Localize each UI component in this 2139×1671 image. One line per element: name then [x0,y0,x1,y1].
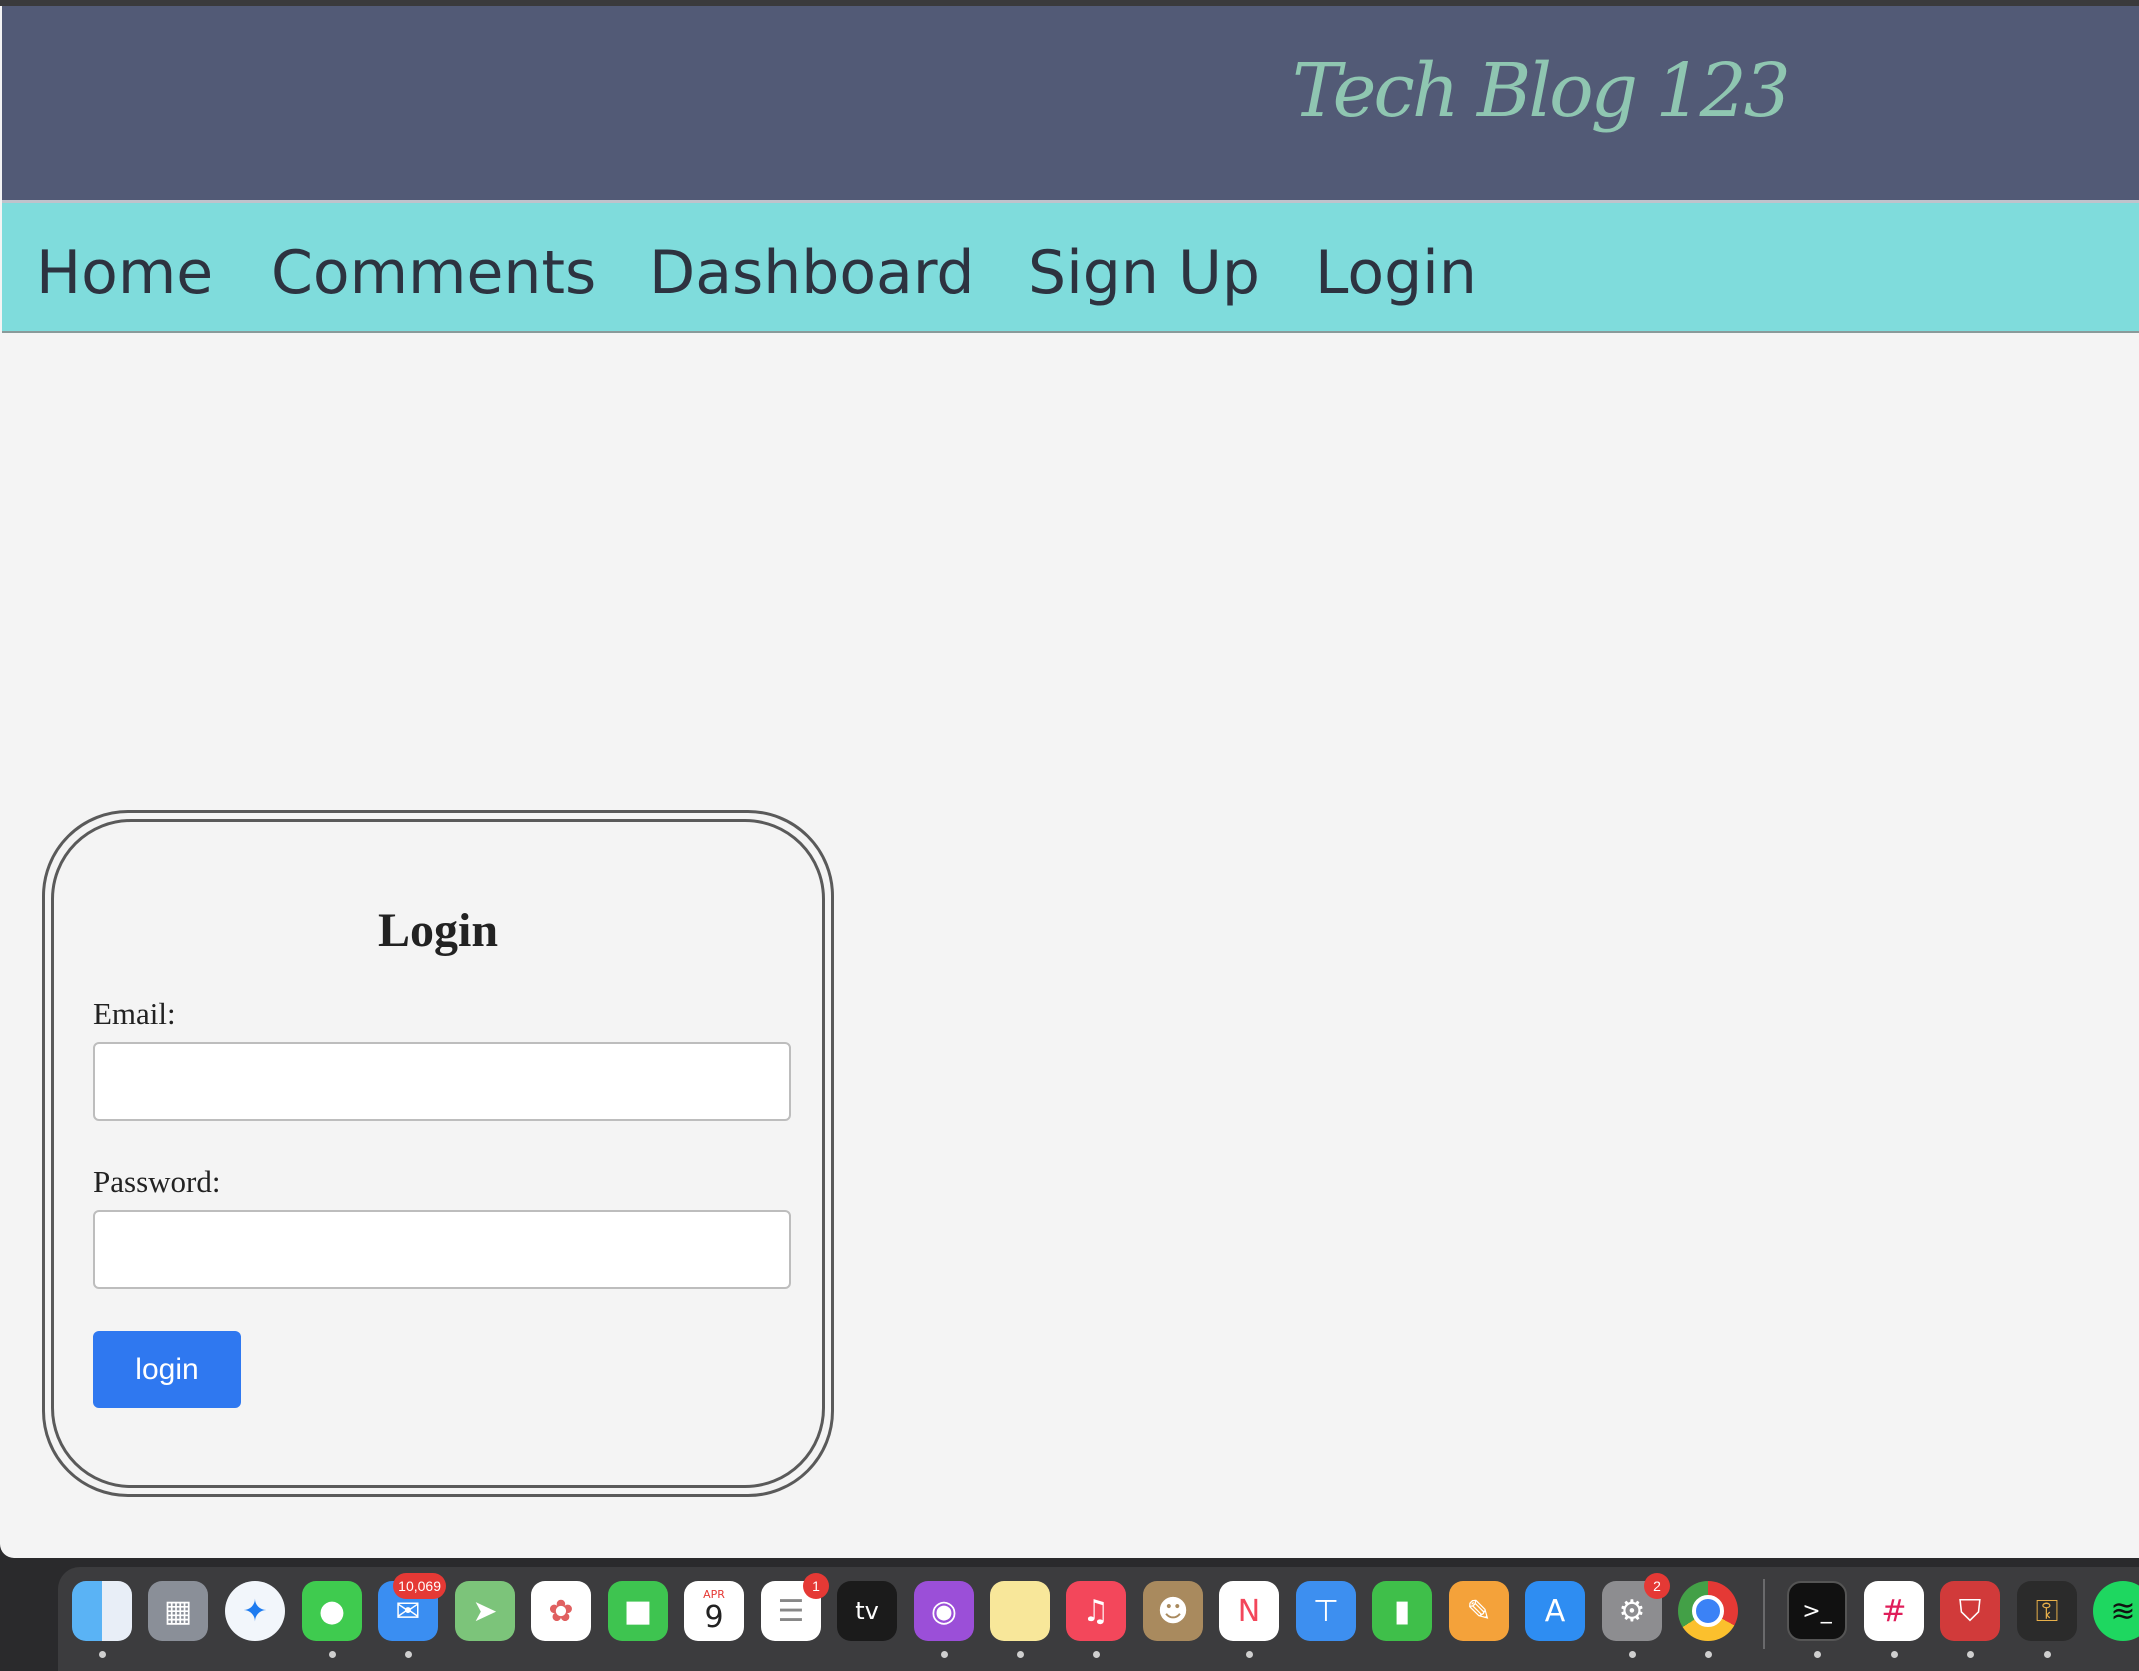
nav-comments[interactable]: Comments [271,238,596,308]
finder-icon[interactable] [72,1581,132,1641]
vpn-running-dot [1967,1651,1974,1658]
system-settings-badge: 2 [1644,1573,1670,1599]
system-settings-icon[interactable]: ⚙ 2 [1602,1573,1670,1641]
vpn-shield-icon[interactable]: ⛉ [1940,1581,2000,1641]
launchpad-icon[interactable]: ▦ [148,1581,208,1641]
login-card: Login Email: Password: login [42,810,834,1497]
messages-running-dot [329,1651,336,1658]
system-settings-running-dot [1629,1651,1636,1658]
terminal-icon[interactable]: >_ [1787,1581,1847,1641]
mail-badge: 10,069 [393,1573,446,1599]
music-icon[interactable]: ♫ [1066,1581,1126,1641]
mail-icon[interactable]: ✉ 10,069 [378,1573,446,1641]
news-icon[interactable]: N [1219,1581,1279,1641]
email-input[interactable] [93,1042,791,1121]
mail-running-dot [405,1651,412,1658]
photos-icon[interactable]: ✿ [531,1581,591,1641]
keychain-running-dot [2044,1651,2051,1658]
macos-dock: ▦ ✦ ● ✉ 10,069 ➤ ✿ ■ APR 9 ☰ 1 tv ◉ ♫ ☻ … [58,1567,2139,1671]
slack-running-dot [1891,1651,1898,1658]
podcasts-running-dot [941,1651,948,1658]
email-label: Email: [93,996,176,1031]
chrome-center [1692,1595,1724,1627]
dock-separator [1763,1579,1765,1649]
site-brand[interactable]: Tech Blog 123 [1292,48,1791,134]
reminders-icon[interactable]: ☰ 1 [761,1573,829,1641]
contacts-icon[interactable]: ☻ [1143,1581,1203,1641]
notes-icon[interactable] [990,1581,1050,1641]
spotify-icon[interactable]: ≋ [2093,1581,2139,1641]
keychain-icon[interactable]: ⚿ [2017,1581,2077,1641]
app-store-icon[interactable]: A [1525,1581,1585,1641]
nav-dashboard[interactable]: Dashboard [649,238,975,308]
chrome-icon[interactable] [1678,1581,1738,1641]
nav-sign-up[interactable]: Sign Up [1028,238,1260,308]
pages-icon[interactable]: ✎ [1449,1581,1509,1641]
calendar-icon[interactable]: APR 9 [684,1581,744,1641]
facetime-icon[interactable]: ■ [608,1581,668,1641]
nav-login[interactable]: Login [1315,238,1477,308]
password-label: Password: [93,1164,221,1199]
site-header: Tech Blog 123 [2,6,2139,203]
news-running-dot [1246,1651,1253,1658]
maps-icon[interactable]: ➤ [455,1581,515,1641]
apple-tv-icon[interactable]: tv [837,1581,897,1641]
finder-running-dot [99,1651,106,1658]
apple-tv-label: tv [855,1597,879,1625]
messages-icon[interactable]: ● [302,1581,362,1641]
numbers-icon[interactable]: ▮ [1372,1581,1432,1641]
main-nav: Home Comments Dashboard Sign Up Login [2,203,2139,333]
login-button[interactable]: login [93,1331,241,1408]
safari-icon[interactable]: ✦ [225,1581,285,1641]
slack-icon[interactable]: # [1864,1581,1924,1641]
browser-window: Tech Blog 123 Home Comments Dashboard Si… [0,0,2139,1558]
chrome-running-dot [1705,1651,1712,1658]
reminders-badge: 1 [803,1573,829,1599]
password-input[interactable] [93,1210,791,1289]
keynote-icon[interactable]: ⊤ [1296,1581,1356,1641]
terminal-running-dot [1814,1651,1821,1658]
login-title: Login [377,904,499,957]
podcasts-icon[interactable]: ◉ [914,1581,974,1641]
nav-home[interactable]: Home [36,238,213,308]
calendar-day: 9 [704,1600,724,1635]
music-running-dot [1093,1651,1100,1658]
notes-running-dot [1017,1651,1024,1658]
